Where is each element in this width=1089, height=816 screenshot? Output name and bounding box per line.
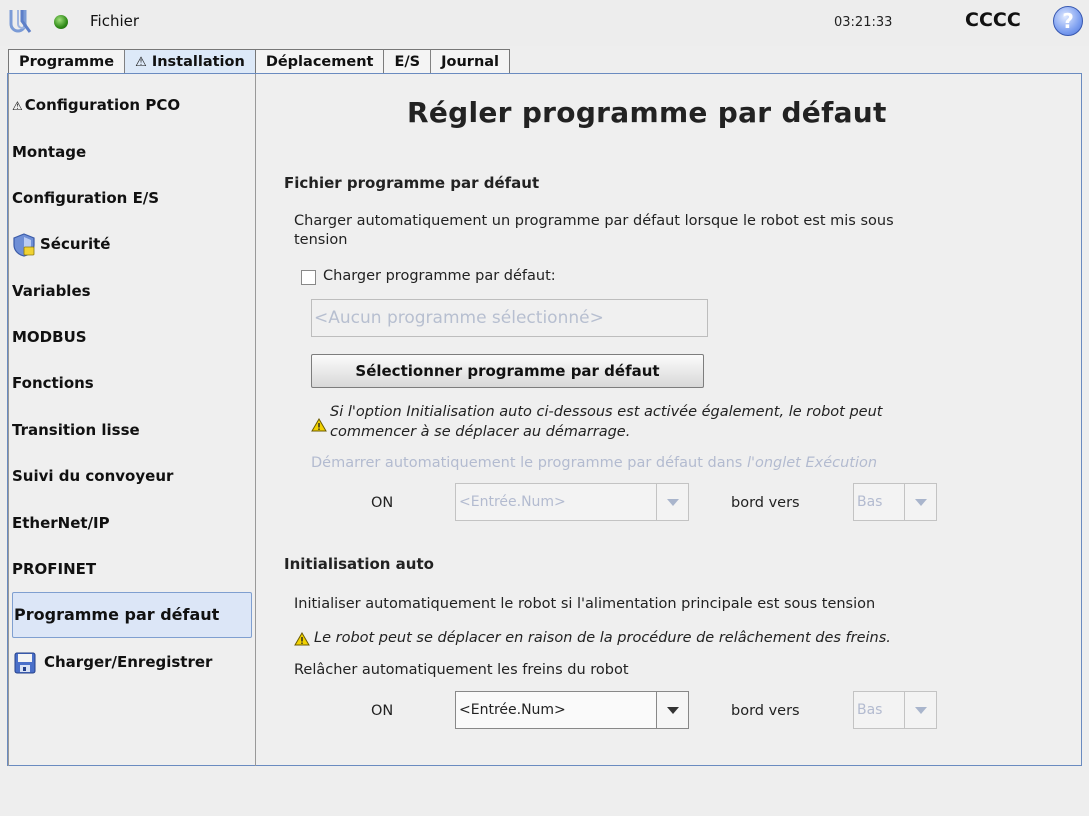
sidebar-item-label: Suivi du convoyeur <box>12 467 174 485</box>
autostart-label-tab: l'onglet Exécution <box>746 455 878 471</box>
brake-release-label: Relâcher automatiquement les freins du r… <box>294 662 629 678</box>
sidebar-item-suivi-convoyeur[interactable]: Suivi du convoyeur <box>12 455 252 497</box>
default-file-description: Charger automatiquement un programme par… <box>294 213 894 229</box>
autostart-label: Démarrer automatiquement le programme pa… <box>311 455 877 471</box>
sidebar-item-label: Configuration E/S <box>12 189 160 207</box>
select-value: Bas <box>857 702 883 718</box>
robot-status-icon[interactable] <box>54 15 68 29</box>
sidebar-item-label: EtherNet/IP <box>12 514 110 532</box>
shield-icon <box>13 232 35 257</box>
warning-icon <box>311 418 327 432</box>
content-area: Régler programme par défaut Fichier prog… <box>257 74 1082 766</box>
sidebar-item-label: Sécurité <box>40 235 111 253</box>
chevron-down-icon[interactable] <box>656 692 688 728</box>
sidebar-item-profinet[interactable]: PROFINET <box>12 548 252 590</box>
brake-release-input-select[interactable]: <Entrée.Num> <box>455 691 689 729</box>
sidebar-item-label: Charger/Enregistrer <box>44 653 213 671</box>
sidebar-item-transition-lisse[interactable]: Transition lisse <box>12 409 252 451</box>
autostart-warning-text: Si l'option Initialisation auto ci-desso… <box>330 404 883 420</box>
section-title-auto-init: Initialisation auto <box>284 555 434 573</box>
sidebar-item-configuration-pco[interactable]: ⚠ Configuration PCO <box>12 84 252 126</box>
tab-label: E/S <box>394 54 421 70</box>
section-title-default-file: Fichier programme par défaut <box>284 174 540 192</box>
sidebar-item-modbus[interactable]: MODBUS <box>12 316 252 358</box>
brake-release-edge-select[interactable]: Bas <box>853 691 937 729</box>
sidebar-item-label: Variables <box>12 282 91 300</box>
select-value: Bas <box>857 494 883 510</box>
main-tabs: Programme ⚠ Installation Déplacement E/S… <box>8 49 511 75</box>
autostart-input-select[interactable]: <Entrée.Num> <box>455 483 689 521</box>
sidebar-item-montage[interactable]: Montage <box>12 131 252 173</box>
tab-label: Programme <box>19 54 115 70</box>
default-file-description-cont: tension <box>294 232 348 248</box>
load-default-program-checkbox[interactable] <box>301 270 316 285</box>
universal-robots-logo-icon <box>9 10 32 33</box>
tab-journal[interactable]: Journal <box>430 49 511 75</box>
sidebar-item-variables[interactable]: Variables <box>12 270 252 312</box>
tab-label: Déplacement <box>265 54 374 70</box>
sidebar-item-label: Programme par défaut <box>14 605 220 624</box>
tab-installation[interactable]: ⚠ Installation <box>124 49 256 75</box>
warning-icon <box>294 632 310 646</box>
brake-release-on-label: ON <box>371 703 394 719</box>
clock: 03:21:33 <box>834 15 893 30</box>
autostart-label-text: Démarrer automatiquement le programme pa… <box>311 455 747 471</box>
select-default-program-button[interactable]: Sélectionner programme par défaut <box>311 354 704 388</box>
load-default-program-label[interactable]: Charger programme par défaut: <box>323 268 556 284</box>
tab-deplacement[interactable]: Déplacement <box>254 49 385 75</box>
installation-panel: ⚠ Configuration PCO Montage Configuration… <box>7 73 1082 766</box>
sidebar-item-programme-par-defaut[interactable]: Programme par défaut <box>12 592 252 638</box>
file-menu[interactable]: Fichier <box>90 12 139 30</box>
sidebar-item-charger-enregistrer[interactable]: Charger/Enregistrer <box>12 641 252 683</box>
sidebar-item-fonctions[interactable]: Fonctions <box>12 362 252 404</box>
auto-init-description: Initialiser automatiquement le robot si … <box>294 596 876 612</box>
autostart-on-label: ON <box>371 495 394 511</box>
sidebar-item-label: Montage <box>12 143 87 161</box>
tab-es[interactable]: E/S <box>383 49 432 75</box>
help-icon[interactable]: ? <box>1053 6 1083 36</box>
sidebar-item-configuration-es[interactable]: Configuration E/S <box>12 177 252 219</box>
brake-release-warning: Le robot peut se déplacer en raison de l… <box>314 630 891 646</box>
sidebar-item-label: Transition lisse <box>12 421 140 439</box>
chevron-down-icon[interactable] <box>904 484 936 520</box>
chevron-down-icon[interactable] <box>904 692 936 728</box>
sidebar-item-label: Configuration PCO <box>24 96 181 114</box>
autostart-edge-label: bord vers <box>731 495 800 511</box>
warning-icon: ⚠ <box>12 99 23 113</box>
sidebar-item-securite[interactable]: Sécurité <box>12 223 252 265</box>
robot-name: CCCC <box>965 9 1021 31</box>
top-bar: Fichier 03:21:33 CCCC ? <box>0 0 1089 46</box>
sidebar: ⚠ Configuration PCO Montage Configuration… <box>8 74 256 766</box>
sidebar-item-ethernet-ip[interactable]: EtherNet/IP <box>12 502 252 544</box>
page-title: Régler programme par défaut <box>407 96 887 129</box>
default-program-field: <Aucun programme sélectionné> <box>311 299 708 337</box>
sidebar-item-label: Fonctions <box>12 374 94 392</box>
autostart-warning-text-cont: commencer à se déplacer au démarrage. <box>330 424 631 440</box>
tab-programme[interactable]: Programme <box>8 49 126 75</box>
sidebar-item-label: PROFINET <box>12 560 97 578</box>
select-value: <Entrée.Num> <box>459 494 566 510</box>
warning-icon: ⚠ <box>135 55 147 70</box>
select-value: <Entrée.Num> <box>459 702 566 718</box>
tab-label: Journal <box>441 54 500 70</box>
floppy-disk-icon <box>14 652 36 673</box>
autostart-edge-select[interactable]: Bas <box>853 483 937 521</box>
tab-label: Installation <box>151 54 245 70</box>
chevron-down-icon[interactable] <box>656 484 688 520</box>
brake-release-edge-label: bord vers <box>731 703 800 719</box>
sidebar-item-label: MODBUS <box>12 328 87 346</box>
